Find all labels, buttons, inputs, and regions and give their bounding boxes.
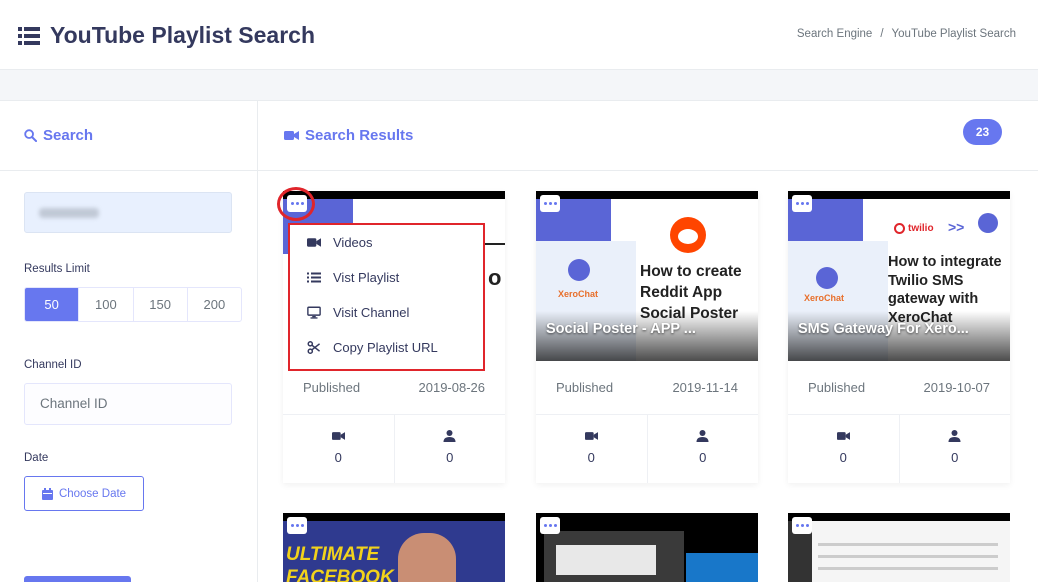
menu-item-visit-channel[interactable]: Visit Channel: [290, 295, 483, 330]
video-count: 0: [788, 415, 900, 483]
breadcrumb-item-search-engine[interactable]: Search Engine: [797, 28, 872, 40]
calendar-icon: [41, 487, 53, 500]
menu-item-copy-playlist-url[interactable]: Copy Playlist URL: [290, 330, 483, 365]
menu-item-videos[interactable]: Videos: [290, 225, 483, 260]
playlist-meta: Published 2019-11-14: [536, 361, 758, 415]
playlist-title: Social Poster - APP ...: [546, 321, 696, 337]
playlist-card-5[interactable]: [536, 513, 758, 582]
playlist-card-3[interactable]: XeroChat twilio >> How to integrate Twil…: [788, 191, 1010, 483]
playlist-card-6[interactable]: [788, 513, 1010, 582]
channel-id-label: Channel ID: [24, 359, 82, 371]
playlist-meta: Published 2019-10-07: [788, 361, 1010, 415]
limit-option-200[interactable]: 200: [188, 288, 241, 321]
results-limit-selector: 50 100 150 200: [24, 287, 242, 322]
playlist-thumbnail[interactable]: XeroChat twilio >> How to integrate Twil…: [788, 191, 1010, 361]
playlist-card-2[interactable]: XeroChat How to create Reddit App Social…: [536, 191, 758, 483]
results-panel-header: Search Results 23: [258, 101, 1038, 171]
choose-date-button[interactable]: Choose Date: [24, 476, 144, 511]
more-options-button[interactable]: [540, 517, 560, 534]
xerochat-logo-icon: [816, 267, 838, 289]
breadcrumb: Search Engine / YouTube Playlist Search: [797, 28, 1016, 40]
thumbnail-text: ULTIMATE FACEBOOK: [286, 544, 394, 582]
search-panel-title: Search: [24, 127, 93, 144]
video-camera-icon: [284, 131, 299, 140]
twilio-logo-icon: twilio: [894, 223, 934, 234]
breadcrumb-item-current: YouTube Playlist Search: [891, 28, 1016, 40]
limit-option-50[interactable]: 50: [25, 288, 80, 321]
more-options-button[interactable]: [792, 195, 812, 212]
scissors-icon: [307, 341, 321, 354]
limit-option-100[interactable]: 100: [79, 288, 134, 321]
playlist-title: SMS Gateway For Xero...: [798, 321, 969, 337]
more-options-button[interactable]: [792, 517, 812, 534]
playlist-stats: 0 0: [536, 415, 758, 483]
arrows-icon: >>: [948, 219, 965, 235]
page-header: YouTube Playlist Search Search Engine / …: [0, 0, 1038, 70]
list-icon: [307, 272, 321, 283]
channel-id-input[interactable]: Channel ID: [24, 383, 232, 425]
subscriber-count: 0: [900, 415, 1011, 483]
breadcrumb-separator: /: [880, 28, 884, 40]
search-panel-header: Search: [0, 101, 257, 171]
search-icon: [24, 129, 37, 142]
search-submit-button[interactable]: [24, 576, 131, 582]
video-camera-icon: [307, 238, 321, 247]
page-title: YouTube Playlist Search: [18, 22, 315, 49]
playlist-stats: 0 0: [788, 415, 1010, 483]
published-date: 2019-08-26: [418, 380, 486, 395]
reddit-logo-icon: [670, 217, 706, 253]
more-options-button[interactable]: [287, 517, 307, 534]
results-count-badge: 23: [963, 119, 1002, 145]
limit-option-150[interactable]: 150: [134, 288, 188, 321]
search-panel: Search Results Limit 50 100 150 200 Chan…: [0, 100, 258, 582]
user-icon: [696, 430, 709, 442]
list-icon: [18, 26, 40, 45]
video-camera-icon: [836, 432, 850, 440]
more-options-button[interactable]: [540, 195, 560, 212]
video-count: 0: [536, 415, 648, 483]
video-count: 0: [283, 415, 395, 483]
blurred-keyword: [39, 208, 99, 218]
playlist-thumbnail[interactable]: XeroChat How to create Reddit App Social…: [536, 191, 758, 361]
published-label: Published: [303, 380, 361, 395]
user-icon: [948, 430, 961, 442]
subscriber-count: 0: [648, 415, 759, 483]
published-label: Published: [556, 380, 614, 395]
menu-item-visit-playlist[interactable]: Vist Playlist: [290, 260, 483, 295]
xerochat-logo-icon: [568, 259, 590, 281]
user-icon: [443, 430, 456, 442]
playlist-card-4[interactable]: ULTIMATE FACEBOOK: [283, 513, 505, 582]
highlight-annotation-circle: [277, 187, 315, 221]
playlist-stats: 0 0: [283, 415, 505, 483]
monitor-icon: [307, 306, 321, 319]
published-label: Published: [808, 380, 866, 395]
playlist-options-dropdown: Videos Vist Playlist Visit Channel Copy …: [288, 223, 485, 371]
video-camera-icon: [584, 432, 598, 440]
video-camera-icon: [331, 432, 345, 440]
published-date: 2019-10-07: [923, 380, 991, 395]
published-date: 2019-11-14: [672, 380, 738, 395]
page-title-text: YouTube Playlist Search: [50, 22, 316, 48]
keyword-input[interactable]: [24, 192, 232, 233]
results-panel-title: Search Results: [284, 127, 413, 144]
subscriber-count: 0: [395, 415, 506, 483]
results-limit-label: Results Limit: [24, 263, 90, 275]
date-label: Date: [24, 452, 49, 464]
